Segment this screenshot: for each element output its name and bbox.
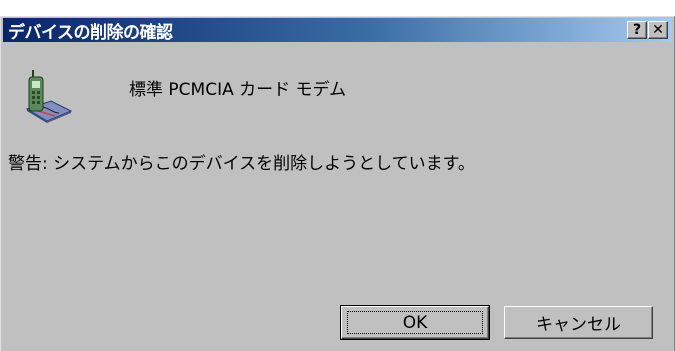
ok-button-label: OK bbox=[347, 311, 483, 334]
pcmcia-modem-icon bbox=[25, 70, 73, 123]
help-button[interactable]: ? bbox=[627, 21, 647, 39]
cancel-button[interactable]: キャンセル bbox=[504, 306, 653, 339]
close-button[interactable]: ✕ bbox=[648, 21, 668, 39]
ok-button[interactable]: OK bbox=[340, 305, 490, 340]
dialog-title: デバイスの削除の確認 bbox=[8, 22, 173, 43]
confirm-device-removal-dialog: デバイスの削除の確認 ? ✕ 標準 PCMCIA カード モデム 警告: システ… bbox=[0, 16, 675, 351]
title-bar[interactable]: デバイスの削除の確認 ? ✕ bbox=[3, 18, 672, 43]
warning-message: 警告: システムからこのデバイスを削除しようとしています。 bbox=[8, 154, 475, 174]
device-name: 標準 PCMCIA カード モデム bbox=[129, 80, 347, 100]
